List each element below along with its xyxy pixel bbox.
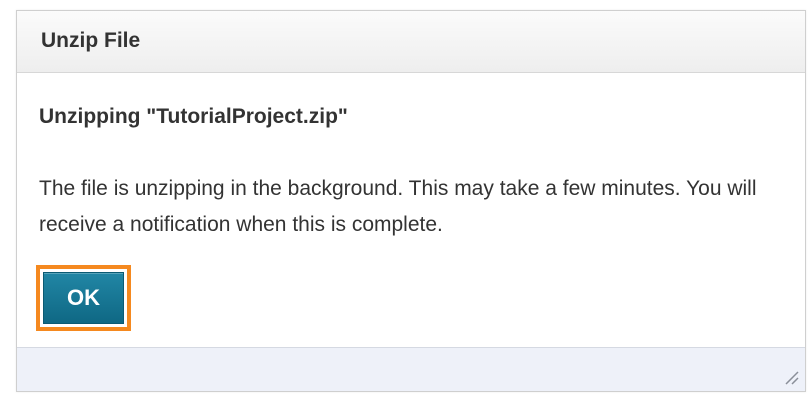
ok-button[interactable]: OK [43,272,124,324]
unzip-status-heading: Unzipping "TutorialProject.zip" [39,105,348,128]
dialog-body: Unzipping "TutorialProject.zip" The file… [17,73,805,349]
unzip-file-dialog: Unzip File Unzipping "TutorialProject.zi… [16,10,806,392]
dialog-footer [17,347,805,391]
unzip-message: The file is unzipping in the background.… [39,177,757,236]
dialog-title: Unzip File [41,29,141,52]
dialog-header: Unzip File [17,11,805,73]
resize-grip-icon[interactable] [783,369,799,385]
